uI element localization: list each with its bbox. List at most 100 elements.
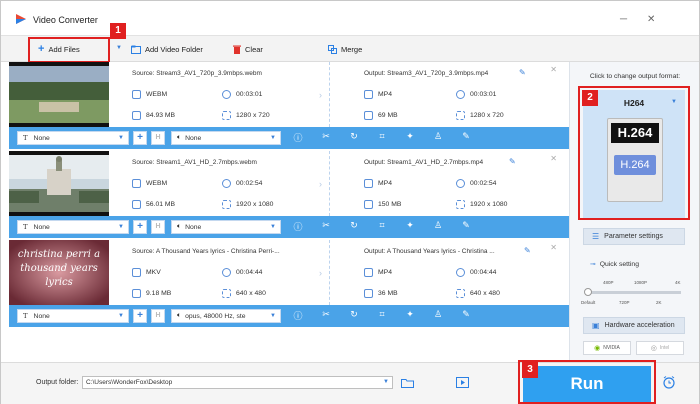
- edit-output-name-icon[interactable]: ✎: [519, 68, 526, 77]
- audio-track-select[interactable]: 🔈︎ opus, 48000 Hz, ste ▼: [171, 309, 281, 323]
- hevc-icon[interactable]: H: [151, 220, 165, 234]
- hardware-acceleration-button[interactable]: ▣ Hardware acceleration: [583, 317, 685, 334]
- crop-icon[interactable]: ⌗: [375, 309, 389, 320]
- output-duration: 00:04:44: [456, 268, 496, 277]
- subtitle-select[interactable]: T None ▼: [17, 220, 129, 234]
- chevron-down-icon: ▼: [118, 135, 124, 141]
- audio-track-select[interactable]: 🔈︎ None ▼: [171, 220, 281, 234]
- clear-button[interactable]: Clear: [233, 43, 263, 55]
- source-info: Source: Stream3_AV1_720p_3.9mbps.webm WE…: [132, 62, 312, 127]
- clock-icon: [222, 268, 231, 277]
- minimize-button[interactable]: ─: [620, 14, 627, 25]
- folder-icon: [131, 45, 141, 54]
- edit-subtitle-icon[interactable]: ✎: [459, 220, 473, 231]
- output-filename: Output: Stream3_AV1_720p_3.9mbps.mp4: [364, 70, 489, 77]
- rotate-icon[interactable]: ↻: [347, 220, 361, 231]
- file-item[interactable]: christina perri a thousand years lyrics …: [9, 240, 569, 329]
- chevron-down-icon: ▼: [270, 224, 276, 230]
- info-icon[interactable]: ⓘ: [291, 131, 305, 144]
- merge-label: Merge: [341, 44, 363, 54]
- resolution-icon: [456, 200, 465, 209]
- output-folder-field[interactable]: C:\Users\WonderFox\Desktop ▼: [82, 376, 393, 389]
- alarm-clock-icon[interactable]: [662, 375, 676, 389]
- tick-720p: 720P: [619, 300, 630, 305]
- cut-icon[interactable]: ✂: [319, 131, 333, 142]
- file-size-icon: [364, 111, 373, 120]
- output-size: 36 MB: [364, 289, 398, 298]
- hevc-icon[interactable]: H: [151, 131, 165, 145]
- effects-icon[interactable]: ✦: [403, 131, 417, 142]
- file-item[interactable]: Source: Stream1_AV1_HD_2.7mbps.webm WEBM…: [9, 151, 569, 240]
- source-filename: Source: Stream3_AV1_720p_3.9mbps.webm: [132, 70, 262, 77]
- clock-icon: [222, 179, 231, 188]
- add-subtitle-button[interactable]: +: [133, 220, 147, 234]
- file-size-icon: [132, 200, 141, 209]
- add-video-folder-label: Add Video Folder: [145, 44, 203, 54]
- effects-icon[interactable]: ✦: [403, 309, 417, 320]
- subtitle-select[interactable]: T None ▼: [17, 131, 129, 145]
- edit-output-name-icon[interactable]: ✎: [524, 246, 531, 255]
- tick-4k: 4K: [675, 280, 681, 285]
- cut-icon[interactable]: ✂: [319, 220, 333, 231]
- callout-badge-1: 1: [110, 23, 126, 39]
- open-output-folder-icon[interactable]: [456, 377, 469, 388]
- add-subtitle-button[interactable]: +: [133, 309, 147, 323]
- effects-icon[interactable]: ✦: [403, 220, 417, 231]
- add-subtitle-button[interactable]: +: [133, 131, 147, 145]
- close-window-button[interactable]: ✕: [647, 14, 655, 25]
- remove-item-icon[interactable]: ✕: [550, 154, 557, 163]
- parameter-settings-button[interactable]: ☰ Parameter settings: [583, 228, 685, 245]
- watermark-icon[interactable]: ♙: [431, 220, 445, 231]
- clear-label: Clear: [245, 44, 263, 54]
- crop-icon[interactable]: ⌗: [375, 220, 389, 231]
- source-format: WEBM: [132, 179, 167, 188]
- watermark-icon[interactable]: ♙: [431, 131, 445, 142]
- arrow-right-icon: ›: [319, 268, 322, 278]
- output-format-title: Click to change output format:: [589, 73, 681, 80]
- edit-output-name-icon[interactable]: ✎: [509, 157, 516, 166]
- slider-handle[interactable]: [584, 288, 592, 296]
- callout-badge-2: 2: [582, 90, 598, 106]
- source-info: Source: A Thousand Years lyrics - Christ…: [132, 240, 312, 305]
- edit-subtitle-icon[interactable]: ✎: [459, 131, 473, 142]
- edit-toolbar: T None ▼ + H 🔈︎ opus, 48000 Hz, ste ▼ ⓘ ✂ ↻ …: [9, 305, 569, 327]
- audio-track-select[interactable]: 🔈︎ None ▼: [171, 131, 281, 145]
- quality-slider[interactable]: [584, 288, 681, 296]
- callout-box-3: [518, 360, 656, 404]
- edit-subtitle-icon[interactable]: ✎: [459, 309, 473, 320]
- add-files-dropdown-icon[interactable]: ▼: [116, 45, 122, 51]
- chevron-down-icon[interactable]: ▼: [383, 377, 389, 388]
- merge-icon: [328, 44, 337, 54]
- rotate-icon[interactable]: ↻: [347, 131, 361, 142]
- cut-icon[interactable]: ✂: [319, 309, 333, 320]
- nvidia-toggle[interactable]: ◉ NVIDIA: [583, 341, 631, 355]
- text-icon: T: [23, 223, 28, 231]
- format-icon: [132, 90, 141, 99]
- chevron-down-icon: ▼: [118, 224, 124, 230]
- source-format: MKV: [132, 268, 161, 277]
- source-size: 9.18 MB: [132, 289, 171, 298]
- format-icon: [364, 268, 373, 277]
- info-icon[interactable]: ⓘ: [291, 309, 305, 322]
- rotate-icon[interactable]: ↻: [347, 309, 361, 320]
- hevc-icon[interactable]: H: [151, 309, 165, 323]
- crop-icon[interactable]: ⌗: [375, 131, 389, 142]
- remove-item-icon[interactable]: ✕: [550, 243, 557, 252]
- arrow-right-icon: ›: [319, 179, 322, 189]
- remove-item-icon[interactable]: ✕: [550, 65, 557, 74]
- browse-folder-icon[interactable]: [401, 378, 414, 388]
- source-size: 84.93 MB: [132, 111, 175, 120]
- text-icon: T: [23, 134, 28, 142]
- add-video-folder-button[interactable]: Add Video Folder: [131, 43, 203, 55]
- merge-button[interactable]: Merge: [328, 43, 362, 55]
- chevron-down-icon: ▼: [270, 135, 276, 141]
- resolution-icon: [222, 111, 231, 120]
- thumbnail-caption: christina perri a thousand years lyrics: [17, 249, 101, 288]
- info-icon[interactable]: ⓘ: [291, 220, 305, 233]
- quick-setting-label: ⊸ Quick setting: [590, 260, 639, 269]
- subtitle-select[interactable]: T None ▼: [17, 309, 129, 323]
- file-item[interactable]: Source: Stream3_AV1_720p_3.9mbps.webm WE…: [9, 62, 569, 151]
- source-format: WEBM: [132, 90, 167, 99]
- watermark-icon[interactable]: ♙: [431, 309, 445, 320]
- intel-toggle[interactable]: ◎ Intel: [636, 341, 684, 355]
